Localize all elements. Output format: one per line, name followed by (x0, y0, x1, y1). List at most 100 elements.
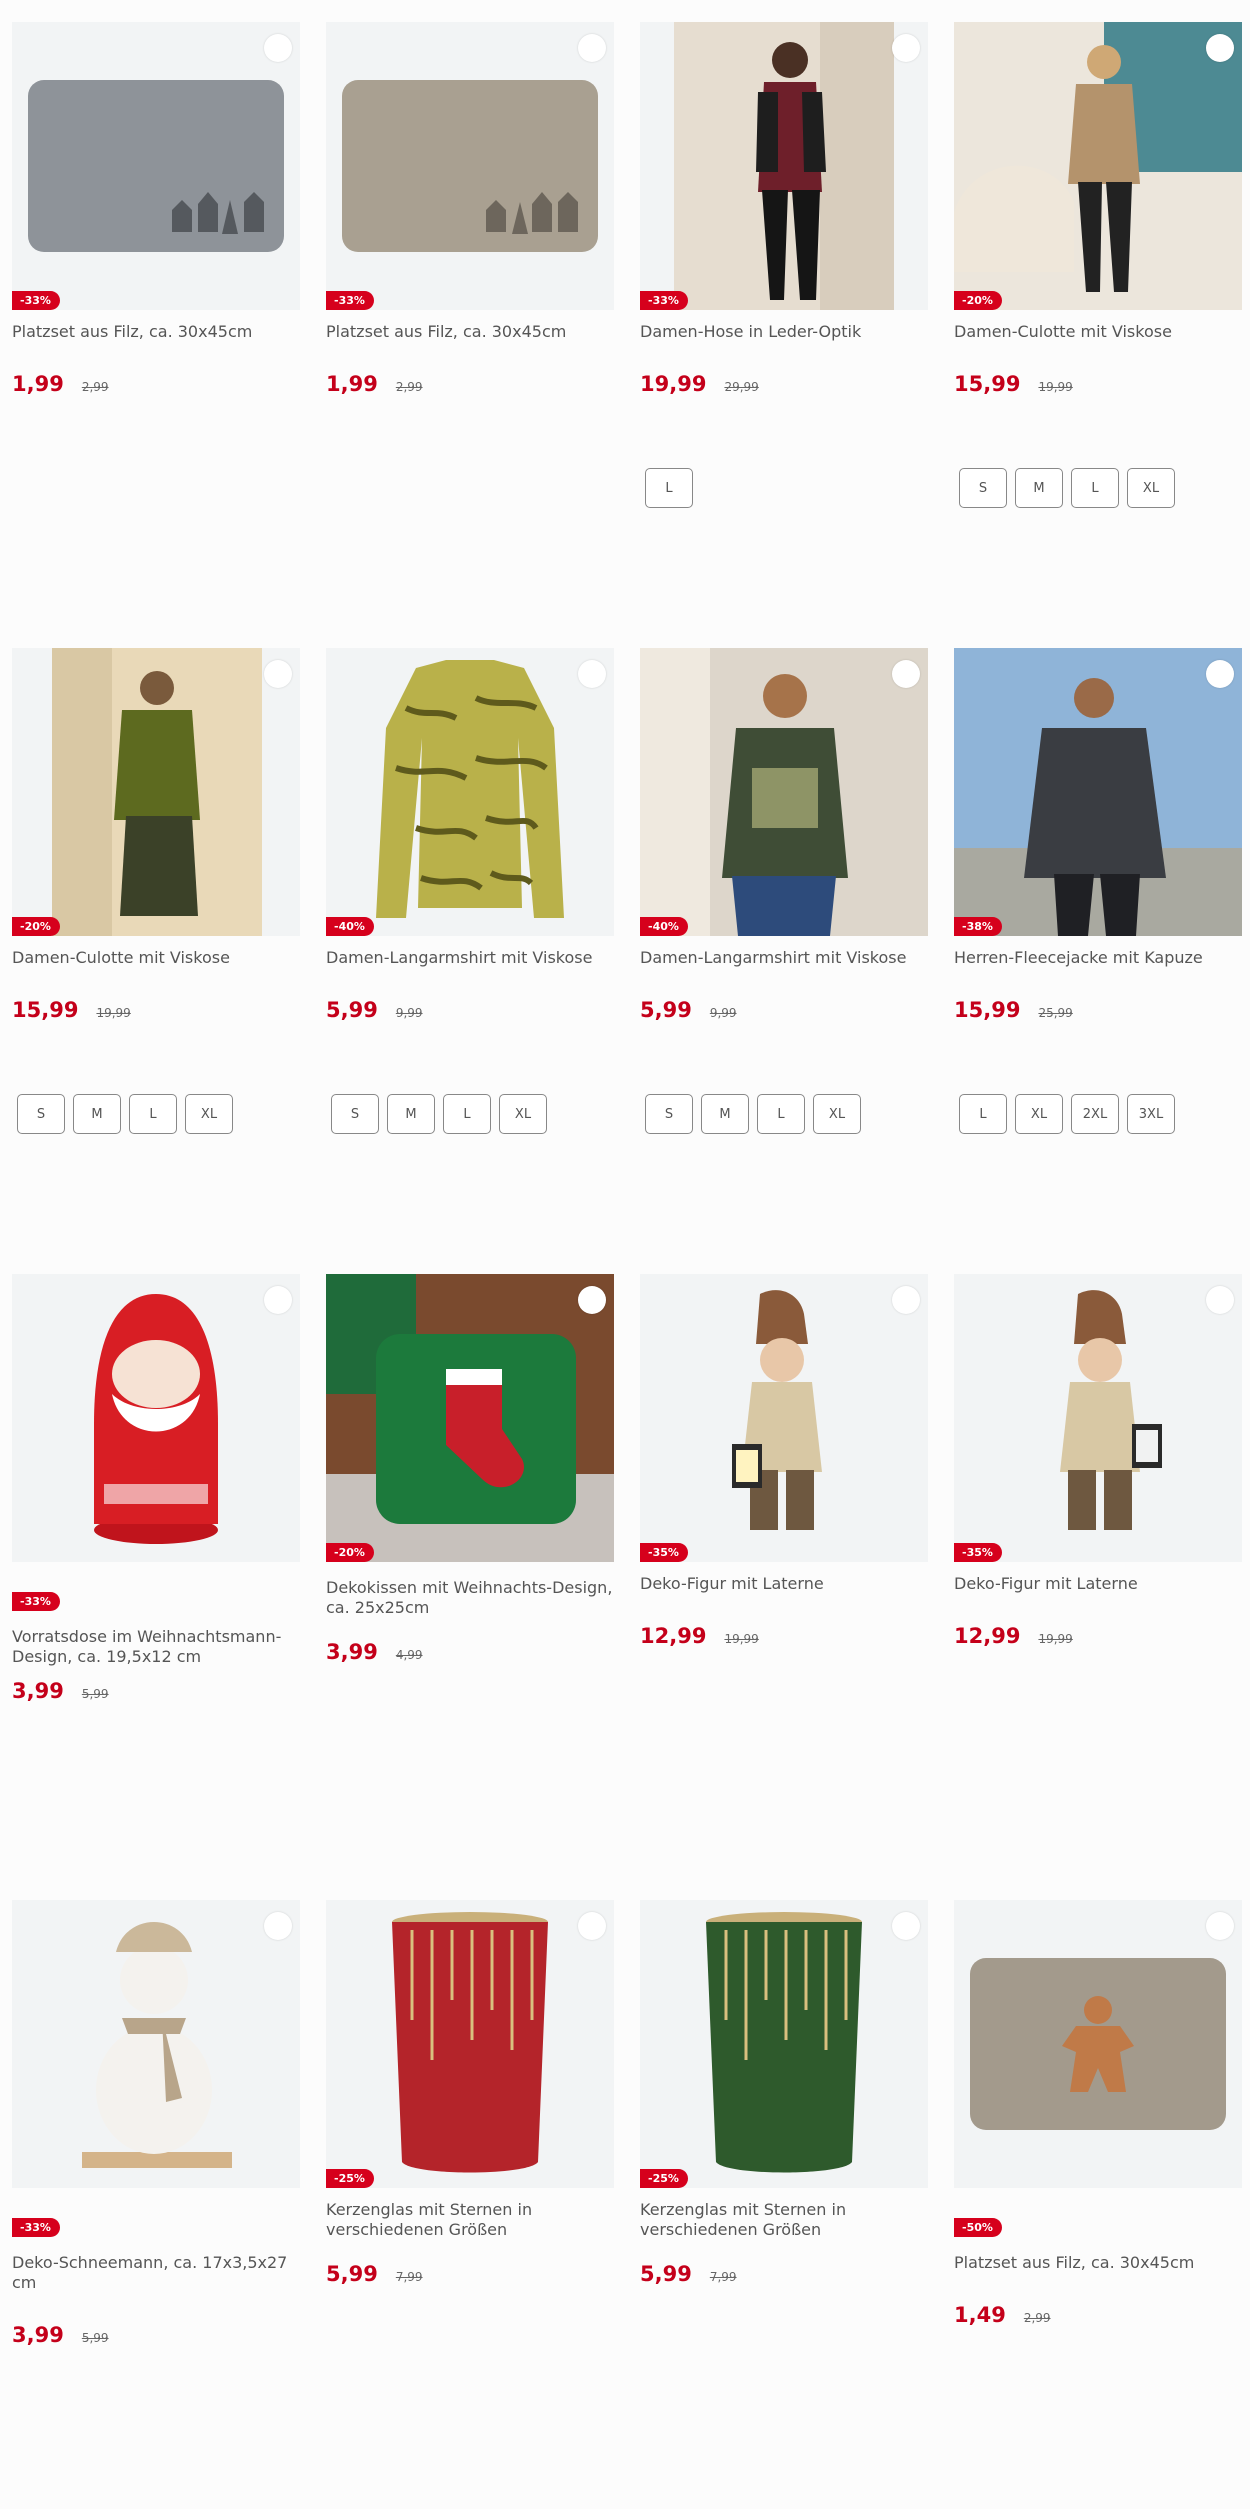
product-image[interactable]: -33% (640, 22, 928, 310)
wishlist-heart-icon[interactable] (264, 34, 292, 62)
wishlist-heart-icon[interactable] (578, 34, 606, 62)
product-image[interactable]: -20% (326, 1274, 614, 1562)
product-card[interactable]: -20% Damen-Culotte mit Viskose 15,99 19,9… (12, 648, 300, 1134)
size-option[interactable]: XL (499, 1094, 547, 1134)
product-image[interactable]: -40% (640, 648, 928, 936)
size-option[interactable]: L (129, 1094, 177, 1134)
discount-badge: -35% (954, 1543, 1002, 1562)
size-option[interactable]: 2XL (1071, 1094, 1119, 1134)
product-image[interactable]: -35% (640, 1274, 928, 1562)
product-name[interactable]: Deko-Schneemann, ca. 17x3,5x27 cm (12, 2253, 300, 2293)
product-image[interactable] (12, 1274, 300, 1562)
discount-badge: -40% (326, 917, 374, 936)
product-card[interactable]: -33% Platzset aus Filz, ca. 30x45cm 1,99… (326, 22, 614, 396)
product-image[interactable]: -20% (12, 648, 300, 936)
size-option[interactable]: M (73, 1094, 121, 1134)
product-card[interactable]: -35% Deko-Figur mit Laterne 12,99 19,99 (640, 1274, 928, 1648)
candle-glass-photo (706, 1912, 862, 2173)
product-name[interactable]: Damen-Langarmshirt mit Viskose (640, 948, 928, 968)
wishlist-heart-icon[interactable] (892, 34, 920, 62)
size-option[interactable]: M (701, 1094, 749, 1134)
size-option[interactable]: M (387, 1094, 435, 1134)
size-option[interactable]: M (1015, 468, 1063, 508)
product-name[interactable]: Platzset aus Filz, ca. 30x45cm (326, 322, 614, 342)
size-option[interactable]: L (757, 1094, 805, 1134)
product-card[interactable]: -40% Damen-Langarmshirt mit Viskose 5,99… (326, 648, 614, 1134)
product-name[interactable]: Deko-Figur mit Laterne (954, 1574, 1242, 1594)
product-image[interactable] (954, 1900, 1242, 2188)
wishlist-heart-icon[interactable] (892, 1286, 920, 1314)
product-name[interactable]: Deko-Figur mit Laterne (640, 1574, 928, 1594)
felt-mat-image (970, 1958, 1226, 2130)
wishlist-heart-icon[interactable] (1206, 1912, 1234, 1940)
product-image[interactable]: -35% (954, 1274, 1242, 1562)
price: 19,99 (640, 372, 707, 396)
size-option[interactable]: L (443, 1094, 491, 1134)
wishlist-heart-icon[interactable] (892, 1912, 920, 1940)
wishlist-heart-icon[interactable] (578, 1912, 606, 1940)
wishlist-heart-icon[interactable] (1206, 660, 1234, 688)
product-name[interactable]: Kerzenglas mit Sternen in verschiedenen … (326, 2200, 614, 2240)
wishlist-heart-icon[interactable] (892, 660, 920, 688)
price: 5,99 (326, 2262, 378, 2286)
product-name[interactable]: Platzset aus Filz, ca. 30x45cm (12, 322, 300, 342)
product-image[interactable]: -20% (954, 22, 1242, 310)
product-card[interactable]: -25% Kerzenglas mit Sternen in verschied… (326, 1900, 614, 2286)
wishlist-heart-icon[interactable] (578, 1286, 606, 1314)
size-option[interactable]: S (17, 1094, 65, 1134)
product-card[interactable]: -50% Platzset aus Filz, ca. 30x45cm 1,49… (954, 1900, 1242, 2327)
product-name[interactable]: Herren-Fleecejacke mit Kapuze (954, 948, 1242, 968)
product-card[interactable]: -33% Deko-Schneemann, ca. 17x3,5x27 cm 3… (12, 1900, 300, 2347)
size-option[interactable]: XL (1015, 1094, 1063, 1134)
size-selector: L (640, 468, 928, 508)
size-option[interactable]: S (331, 1094, 379, 1134)
product-card[interactable]: -33% Vorratsdose im Weihnachtsmann-Desig… (12, 1274, 300, 1703)
old-price: 7,99 (709, 2270, 737, 2284)
wishlist-heart-icon[interactable] (1206, 34, 1234, 62)
product-name[interactable]: Kerzenglas mit Sternen in verschiedenen … (640, 2200, 928, 2240)
size-option[interactable]: L (1071, 468, 1119, 508)
product-name[interactable]: Damen-Culotte mit Viskose (954, 322, 1242, 342)
product-image[interactable]: -25% (640, 1900, 928, 2188)
product-card[interactable]: -40% Damen-Langarmshirt mit Viskose 5,99… (640, 648, 928, 1134)
size-option[interactable]: XL (185, 1094, 233, 1134)
product-name[interactable]: Platzset aus Filz, ca. 30x45cm (954, 2253, 1242, 2273)
product-card[interactable]: -38% Herren-Fleecejacke mit Kapuze 15,99… (954, 648, 1242, 1134)
wishlist-heart-icon[interactable] (264, 1912, 292, 1940)
size-option[interactable]: S (645, 1094, 693, 1134)
size-option[interactable]: L (959, 1094, 1007, 1134)
old-price: 19,99 (96, 1006, 131, 1020)
product-name[interactable]: Damen-Hose in Leder-Optik (640, 322, 928, 342)
wishlist-heart-icon[interactable] (578, 660, 606, 688)
product-card[interactable]: -20% Dekokissen mit Weihnachts-Design, c… (326, 1274, 614, 1664)
size-option[interactable]: L (645, 468, 693, 508)
product-card[interactable]: -20% Damen-Culotte mit Viskose 15,99 19,9… (954, 22, 1242, 508)
product-image[interactable]: -33% (326, 22, 614, 310)
product-card[interactable]: -25% Kerzenglas mit Sternen in verschied… (640, 1900, 928, 2286)
product-card[interactable]: -33% Damen-Hose in Leder-Optik 19,99 29,9… (640, 22, 928, 508)
product-image[interactable]: -33% (12, 22, 300, 310)
product-image[interactable]: -40% (326, 648, 614, 936)
size-option[interactable]: S (959, 468, 1007, 508)
shirt-photo (376, 660, 564, 918)
product-name[interactable]: Dekokissen mit Weihnachts-Design, ca. 25… (326, 1578, 614, 1618)
product-name[interactable]: Damen-Langarmshirt mit Viskose (326, 948, 614, 968)
product-card[interactable]: -35% Deko-Figur mit Laterne 12,99 19,99 (954, 1274, 1242, 1648)
size-option[interactable]: XL (1127, 468, 1175, 508)
product-card[interactable]: -33% Platzset aus Filz, ca. 30x45cm 1,99… (12, 22, 300, 396)
wishlist-heart-icon[interactable] (264, 1286, 292, 1314)
product-name[interactable]: Damen-Culotte mit Viskose (12, 948, 300, 968)
size-option[interactable]: XL (813, 1094, 861, 1134)
product-image[interactable]: -38% (954, 648, 1242, 936)
product-image[interactable] (12, 1900, 300, 2188)
wishlist-heart-icon[interactable] (1206, 1286, 1234, 1314)
discount-badge: -40% (640, 917, 688, 936)
discount-badge: -33% (12, 291, 60, 310)
product-name[interactable]: Vorratsdose im Weihnachtsmann-Design, ca… (12, 1627, 300, 1667)
old-price: 29,99 (724, 380, 759, 394)
product-image[interactable]: -25% (326, 1900, 614, 2188)
size-option[interactable]: 3XL (1127, 1094, 1175, 1134)
wishlist-heart-icon[interactable] (264, 660, 292, 688)
price: 3,99 (12, 2323, 64, 2347)
size-selector: S M L XL (640, 1094, 928, 1134)
